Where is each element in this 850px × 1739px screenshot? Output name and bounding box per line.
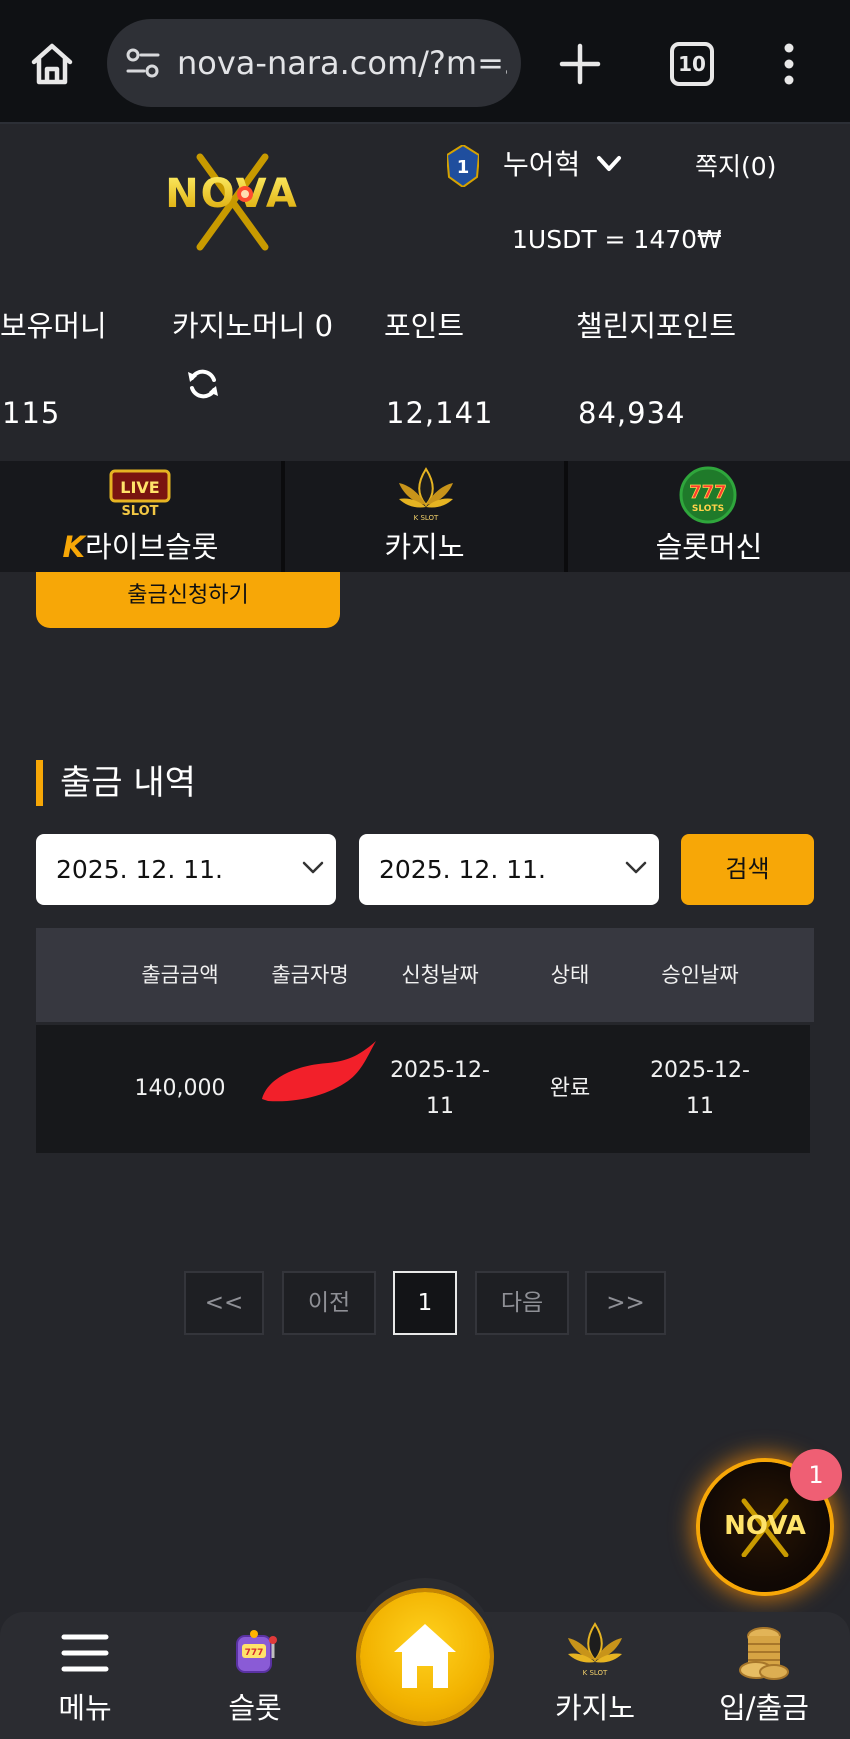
- k-prefix-icon: K: [62, 530, 86, 564]
- exchange-rate: 1USDT = 1470₩: [512, 225, 722, 254]
- page-current-button[interactable]: 1: [393, 1271, 457, 1335]
- cell-approve-date: 2025-12- 11: [650, 1058, 750, 1119]
- home-icon[interactable]: [28, 40, 76, 88]
- search-button[interactable]: 검색: [681, 834, 814, 905]
- page-prev-button[interactable]: 이전: [282, 1271, 376, 1335]
- refresh-icon[interactable]: [186, 367, 220, 401]
- cell-status: 완료: [549, 1076, 591, 1101]
- date-to-value: 2025. 12. 11.: [379, 855, 546, 884]
- messages-link[interactable]: 쪽지(0): [695, 150, 776, 184]
- tabs-icon[interactable]: 10: [670, 42, 714, 86]
- nav-slot[interactable]: 777 슬롯: [210, 1612, 300, 1739]
- game-tabs: LIVE SLOT K라이브슬롯 K SLOT 카지노 777 SLOTS 슬롯…: [0, 461, 850, 572]
- svg-text:NOVA: NOVA: [724, 1511, 806, 1541]
- date-to-select[interactable]: 2025. 12. 11.: [359, 834, 659, 905]
- money-label: 보유머니: [0, 309, 107, 343]
- k-slot-lotus-icon: K SLOT: [568, 1622, 622, 1677]
- nav-casino-label: 카지노: [554, 1691, 636, 1725]
- svg-text:NOVA: NOVA: [165, 171, 299, 217]
- tab-casino[interactable]: K SLOT 카지노: [285, 461, 568, 572]
- date-from-select[interactable]: 2025. 12. 11.: [36, 834, 336, 905]
- live-slot-icon: LIVE SLOT: [109, 469, 171, 517]
- challenge-points-value: 84,934: [578, 396, 686, 430]
- section-accent-bar: [36, 760, 43, 806]
- column-header: 신청날짜: [401, 963, 479, 987]
- challenge-points-label: 챌린지포인트: [576, 309, 737, 343]
- notification-badge: 1: [790, 1449, 842, 1501]
- column-header: 출금금액: [141, 963, 219, 987]
- redaction-scribble: [262, 1041, 376, 1102]
- points-value: 12,141: [386, 396, 494, 430]
- nav-deposit-withdraw[interactable]: 입/출금: [704, 1612, 824, 1739]
- table-header: 출금금액 출금자명 신청날짜 상태 승인날짜: [36, 928, 814, 1022]
- nav-deposit-withdraw-label: 입/출금: [719, 1691, 809, 1725]
- chevron-down-icon: [302, 861, 324, 874]
- nova-logo[interactable]: NOVA: [145, 152, 320, 252]
- url-text[interactable]: nova-nara.com/?m=5: [177, 41, 507, 85]
- page-last-button[interactable]: >>: [585, 1271, 666, 1335]
- slot-machine-icon: 777: [236, 1630, 277, 1673]
- coins-icon: [739, 1627, 789, 1680]
- svg-text:777: 777: [689, 482, 727, 503]
- column-header: 출금자명: [271, 963, 349, 987]
- tab-slot-machine[interactable]: 777 SLOTS 슬롯머신: [568, 461, 850, 572]
- nav-slot-label: 슬롯: [228, 1691, 282, 1725]
- nav-menu[interactable]: 메뉴: [40, 1612, 130, 1739]
- svg-text:SLOTS: SLOTS: [692, 504, 724, 514]
- withdraw-request-button[interactable]: 출금신청하기: [36, 572, 340, 628]
- tab-live-slot-label: K라이브슬롯: [62, 530, 219, 564]
- nav-casino[interactable]: K SLOT 카지노: [548, 1612, 642, 1739]
- page-first-button[interactable]: <<: [184, 1271, 264, 1335]
- tab-live-slot[interactable]: LIVE SLOT K라이브슬롯: [0, 461, 285, 572]
- cell-request-date: 2025-12- 11: [390, 1058, 490, 1119]
- points-label: 포인트: [384, 309, 465, 343]
- casino-money-label: 카지노머니 0: [172, 309, 334, 343]
- money-value: 115: [2, 396, 61, 430]
- home-button[interactable]: [360, 1592, 490, 1722]
- 777-slots-icon: 777 SLOTS: [679, 466, 737, 524]
- more-vert-icon[interactable]: [782, 42, 796, 86]
- username[interactable]: 누어혁: [503, 145, 580, 185]
- svg-text:777: 777: [245, 1648, 264, 1658]
- new-tab-icon[interactable]: [558, 42, 602, 86]
- svg-text:K SLOT: K SLOT: [583, 1669, 608, 1677]
- date-from-value: 2025. 12. 11.: [56, 855, 223, 884]
- column-header: 승인날짜: [661, 963, 739, 987]
- svg-text:LIVE: LIVE: [120, 478, 159, 497]
- menu-icon: [61, 1634, 109, 1672]
- tab-casino-label: 카지노: [384, 530, 465, 564]
- section-title: 출금 내역: [60, 763, 196, 803]
- tab-slot-machine-label: 슬롯머신: [655, 530, 763, 564]
- address-bar[interactable]: nova-nara.com/?m=5: [107, 19, 521, 107]
- svg-text:1: 1: [457, 157, 470, 178]
- nova-logo-icon: NOVA: [724, 1498, 806, 1557]
- column-header: 상태: [550, 963, 590, 987]
- page-next-button[interactable]: 다음: [475, 1271, 569, 1335]
- table-row: 140,000 0 2025-12-11 완료 2025-12-11: [36, 1025, 810, 1153]
- nav-menu-label: 메뉴: [58, 1691, 112, 1725]
- site-settings-icon[interactable]: [125, 47, 161, 79]
- browser-toolbar: nova-nara.com/?m=5 10: [0, 0, 850, 124]
- chevron-down-icon[interactable]: [596, 155, 622, 173]
- home-icon: [394, 1624, 456, 1688]
- level-badge-icon: 1: [447, 145, 479, 187]
- cell-amount: 140,000: [134, 1076, 226, 1101]
- chevron-down-icon: [625, 861, 647, 874]
- svg-text:SLOT: SLOT: [121, 504, 158, 517]
- k-slot-lotus-icon: K SLOT: [399, 467, 453, 522]
- svg-text:K SLOT: K SLOT: [414, 514, 439, 522]
